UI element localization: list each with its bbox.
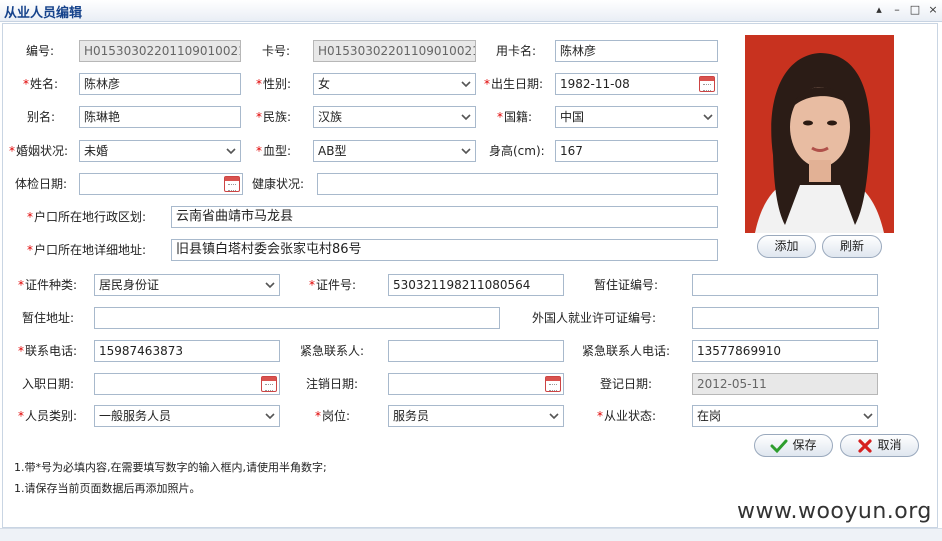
label-yongkaming: 用卡名: (496, 44, 537, 58)
cancel-button[interactable]: 取消 (840, 434, 919, 457)
label-shengao: 身高(cm): (489, 144, 545, 158)
label-bianhao: 编号: (26, 44, 55, 58)
waiguoren-input[interactable] (692, 307, 879, 329)
note-photo: 1.请保存当前页面数据后再添加照片。 (14, 482, 201, 495)
zanzhubh-input[interactable] (692, 274, 878, 296)
chevron-down-icon (461, 148, 471, 155)
congye-select[interactable]: 在岗 (692, 405, 878, 427)
label-chusheng: *出生日期: (484, 77, 544, 91)
label-zhuxiao: 注销日期: (306, 377, 359, 391)
jinjilxr-input[interactable] (388, 340, 564, 362)
label-ruzhi: 入职日期: (22, 377, 75, 391)
label-jinjilxr: 紧急联系人: (300, 344, 365, 358)
zanzhudz-input[interactable] (94, 307, 500, 329)
chevron-down-icon (461, 81, 471, 88)
guoji-select[interactable]: 中国 (555, 106, 718, 128)
yongkaming-input[interactable]: 陈林彦 (555, 40, 718, 62)
close-icon[interactable]: × (926, 3, 940, 17)
calendar-icon[interactable] (261, 376, 277, 392)
label-gangwei: *岗位: (315, 409, 351, 423)
chevron-down-icon (265, 413, 275, 420)
label-xingbie: *性别: (256, 77, 292, 91)
label-minzu: *民族: (256, 110, 292, 124)
ruzhi-date-input[interactable] (94, 373, 280, 395)
title-bar: 从业人员编辑 ▴ – □ × (0, 0, 942, 22)
label-guoji: *国籍: (497, 110, 533, 124)
label-zhengjianhao: *证件号: (309, 278, 357, 292)
collapse-icon[interactable]: ▴ (872, 3, 886, 17)
hukouqu-input[interactable]: 云南省曲靖市马龙县 (171, 206, 718, 228)
maximize-icon[interactable]: □ (908, 3, 922, 17)
label-hunyin: *婚姻状况: (9, 144, 69, 158)
window-title: 从业人员编辑 (4, 6, 83, 21)
check-icon (770, 439, 788, 453)
hukoudizhi-input[interactable]: 旧县镇白塔村委会张家屯村86号 (171, 239, 718, 261)
note-required: 1.带*号为必填内容,在需要填写数字的输入框内,请使用半角数字; (14, 461, 327, 474)
chevron-down-icon (863, 413, 873, 420)
calendar-icon[interactable] (224, 176, 240, 192)
kahao-field: H01530302201109010021 (313, 40, 476, 62)
label-renyuanlb: *人员类别: (18, 409, 78, 423)
watermark-text: www.wooyun.org (737, 499, 932, 524)
zhengjianhao-input[interactable]: 530321198211080564 (388, 274, 564, 296)
chevron-down-icon (703, 114, 713, 121)
chevron-down-icon (549, 413, 559, 420)
zhengjianzl-select[interactable]: 居民身份证 (94, 274, 280, 296)
renyuanlb-select[interactable]: 一般服务人员 (94, 405, 280, 427)
label-hukoudizhi: *户口所在地详细地址: (27, 243, 147, 257)
portrait-photo (745, 35, 894, 233)
label-xingming: *姓名: (23, 77, 59, 91)
label-xuexing: *血型: (256, 144, 292, 158)
status-bar (0, 528, 942, 541)
label-congye: *从业状态: (597, 409, 657, 423)
label-dengji: 登记日期: (600, 377, 653, 391)
label-zanzhubh: 暂住证编号: (594, 278, 659, 292)
label-tijian: 体检日期: (15, 177, 68, 191)
shengao-input[interactable]: 167 (555, 140, 718, 162)
gangwei-select[interactable]: 服务员 (388, 405, 564, 427)
label-bieming: 别名: (27, 110, 56, 124)
hunyin-select[interactable]: 未婚 (79, 140, 241, 162)
dianhua-input[interactable]: 15987463873 (94, 340, 280, 362)
zhuxiao-date-input[interactable] (388, 373, 564, 395)
tijian-date-input[interactable] (79, 173, 243, 195)
portrait-illustration (755, 53, 884, 233)
chevron-down-icon (265, 282, 275, 289)
save-button[interactable]: 保存 (754, 434, 833, 457)
label-hukouqu: *户口所在地行政区划: (27, 210, 147, 224)
jiankang-input[interactable] (317, 173, 718, 195)
label-waiguoren: 外国人就业许可证编号: (532, 311, 657, 325)
xingming-input[interactable]: 陈林彦 (79, 73, 241, 95)
bieming-input[interactable]: 陈琳艳 (79, 106, 241, 128)
cancel-x-icon (858, 438, 873, 453)
calendar-icon[interactable] (699, 76, 715, 92)
chusheng-date-input[interactable]: 1982-11-08 (555, 73, 718, 95)
xuexing-select[interactable]: AB型 (313, 140, 476, 162)
label-zanzhudz: 暂住地址: (22, 311, 75, 325)
bianhao-field: H015303022011090100​21 (79, 40, 241, 62)
label-zhengjianzl: *证件种类: (18, 278, 78, 292)
refresh-photo-button[interactable]: 刷新 (822, 235, 882, 258)
xingbie-select[interactable]: 女 (313, 73, 476, 95)
label-jinjidh: 紧急联系人电话: (582, 344, 671, 358)
calendar-icon[interactable] (545, 376, 561, 392)
dengji-field: 2012-05-11 (692, 373, 878, 395)
label-kahao: 卡号: (262, 44, 291, 58)
label-jiankang: 健康状况: (252, 177, 305, 191)
label-dianhua: *联系电话: (18, 344, 78, 358)
minzu-select[interactable]: 汉族 (313, 106, 476, 128)
add-photo-button[interactable]: 添加 (757, 235, 816, 258)
chevron-down-icon (226, 148, 236, 155)
chevron-down-icon (461, 114, 471, 121)
minimize-icon[interactable]: – (890, 3, 904, 17)
jinjidh-input[interactable]: 13577869910 (692, 340, 878, 362)
